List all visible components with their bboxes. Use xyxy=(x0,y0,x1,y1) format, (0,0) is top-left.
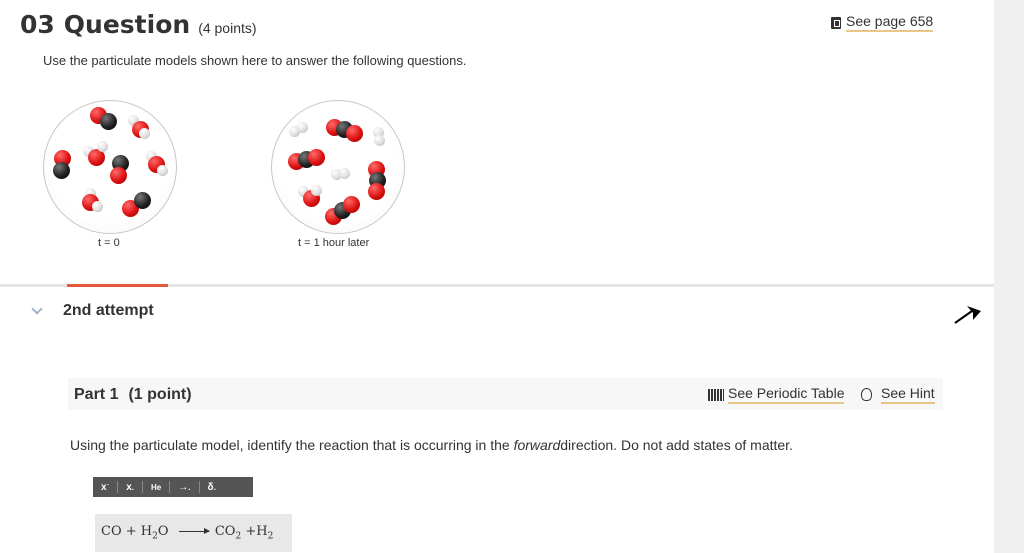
chevron-down-icon xyxy=(31,303,43,315)
attempt-toggle[interactable]: 2nd attempt xyxy=(31,302,154,320)
arrow-label: → xyxy=(178,481,189,493)
reaction-arrow-icon xyxy=(178,528,210,534)
right-gutter xyxy=(994,0,1024,553)
hydrogen-atom xyxy=(374,135,385,146)
hydrogen-atom xyxy=(311,185,322,196)
question-prompt: Using the particulate model, identify th… xyxy=(70,437,793,453)
question-header: 03 Question (4 points) xyxy=(20,10,257,39)
oxygen-atom xyxy=(346,125,363,142)
part-title: Part 1 (1 point) xyxy=(74,386,192,404)
equation-toolbar: x ˙ x. He →. δ. xyxy=(93,477,253,497)
hydrogen-atom xyxy=(97,141,108,152)
prompt-after: direction. Do not add states of matter. xyxy=(560,437,793,453)
see-periodic-table-link[interactable]: See Periodic Table xyxy=(708,385,845,404)
subscript-button[interactable]: x. xyxy=(118,481,144,493)
see-page-label: See page 658 xyxy=(846,13,934,32)
oxygen-atom xyxy=(110,167,127,184)
prompt-before: Using the particulate model, identify th… xyxy=(70,437,514,453)
carbon-atom xyxy=(134,192,151,209)
periodic-table-icon xyxy=(708,388,724,401)
answer-plus-2: + xyxy=(245,524,257,539)
cursor-icon xyxy=(954,306,981,324)
attempt-label: 2nd attempt xyxy=(63,302,154,319)
see-hint-link[interactable]: See Hint xyxy=(861,385,935,404)
answer-lhs-2: H xyxy=(140,524,153,539)
hint-label: See Hint xyxy=(881,385,935,404)
answer-plus-1: + xyxy=(125,524,137,539)
answer-lhs-1: CO xyxy=(101,524,122,539)
prompt-emphasis: forward xyxy=(513,437,561,453)
section-divider-accent xyxy=(67,284,168,287)
oxygen-atom xyxy=(368,183,385,200)
delta-button[interactable]: δ. xyxy=(200,481,224,493)
hydrogen-atom xyxy=(297,122,308,133)
carbon-atom xyxy=(100,113,117,130)
oxygen-atom xyxy=(343,196,360,213)
delta-mark: . xyxy=(213,482,216,492)
answer-rhs-2-sub: 2 xyxy=(267,531,274,542)
answer-rhs-1: CO xyxy=(214,524,236,539)
hydrogen-atom xyxy=(92,201,103,212)
answer-lhs-2-tail: O xyxy=(157,524,169,539)
answer-equation: CO + H2O CO2 +H2 xyxy=(101,524,273,542)
lightbulb-icon xyxy=(861,388,872,401)
part-name: Part 1 xyxy=(74,386,119,403)
answer-rhs-2: H xyxy=(256,524,268,539)
element-button[interactable]: He xyxy=(143,481,171,493)
see-page-link[interactable]: See page 658 xyxy=(831,13,934,32)
oxygen-atom xyxy=(308,149,325,166)
hydrogen-atom xyxy=(157,165,168,176)
book-icon xyxy=(831,16,841,29)
hydrogen-atom xyxy=(139,128,150,139)
question-title: Question xyxy=(63,10,191,39)
subscript-mark: . xyxy=(131,482,135,492)
answer-input[interactable]: CO + H2O CO2 +H2 xyxy=(95,514,292,552)
part-header: Part 1 (1 point) See Periodic Table See H… xyxy=(68,378,943,410)
instructions: Use the particulate models shown here to… xyxy=(43,53,467,68)
superscript-button[interactable]: x ˙ xyxy=(93,481,119,493)
question-number: 03 xyxy=(20,10,55,39)
superscript-mark: ˙ xyxy=(106,482,110,492)
caption-t1: t = 1 hour later xyxy=(298,237,370,249)
caption-t0: t = 0 xyxy=(98,237,120,249)
periodic-table-label: See Periodic Table xyxy=(728,385,845,404)
hydrogen-atom xyxy=(339,168,350,179)
carbon-atom xyxy=(53,162,70,179)
answer-rhs-1-sub: 2 xyxy=(235,531,242,542)
question-points: (4 points) xyxy=(198,20,257,36)
reaction-arrow-button[interactable]: →. xyxy=(170,481,200,493)
part-points: (1 point) xyxy=(128,386,192,403)
arrow-mark: . xyxy=(188,482,191,492)
element-label: He xyxy=(151,482,162,492)
